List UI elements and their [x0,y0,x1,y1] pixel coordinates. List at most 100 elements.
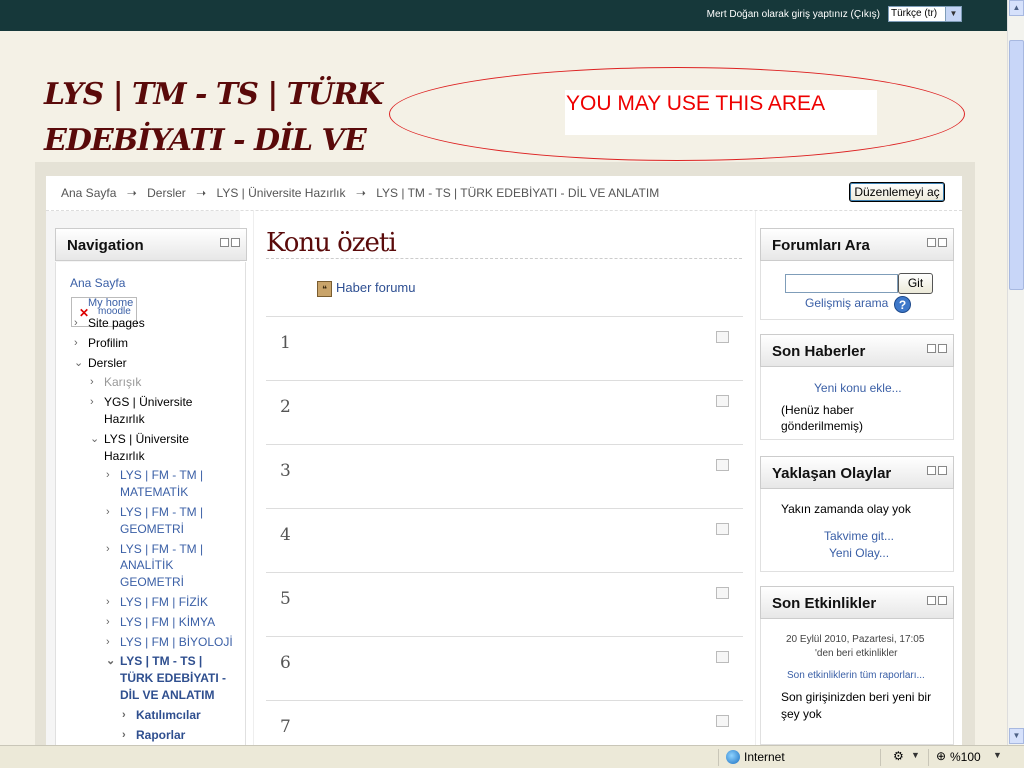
no-news-text-1: (Henüz haber [781,403,854,417]
highlight-icon[interactable] [716,523,729,535]
nav-analitik[interactable]: › LYS | FM - TM | [106,541,203,558]
title-underline [266,258,742,259]
turn-editing-on-button[interactable]: Düzenlemeyi aç [849,182,945,202]
nav-lys[interactable]: ⌄ LYS | Üniversite [90,431,189,448]
chevron-down-icon[interactable]: ▼ [993,750,1002,760]
recent-activity-header: Son Etkinlikler [760,586,954,619]
dock-icon[interactable] [231,238,240,247]
chevron-right-icon: › [106,596,110,608]
block-controls[interactable] [925,238,947,250]
scroll-up-icon[interactable]: ▲ [1009,0,1024,16]
nav-fizik[interactable]: › LYS | FM | FİZİK [106,594,208,611]
protected-mode-icon[interactable]: ⚙ [893,749,904,763]
breadcrumb-separator-icon: ➝ [126,186,137,200]
chevron-down-icon[interactable]: ▼ [945,7,961,21]
advanced-search-link[interactable]: Gelişmiş arama [805,295,888,312]
nav-edebiyat-label-3[interactable]: DİL VE ANLATIM [120,687,214,704]
collapse-icon[interactable] [927,238,936,247]
nav-my-home[interactable]: My home [88,295,133,312]
chevron-right-icon: › [90,396,94,408]
help-icon[interactable]: ? [894,296,911,313]
nav-edebiyat-label-2[interactable]: TÜRK EDEBİYATI - [120,670,226,687]
nav-ygs[interactable]: › YGS | Üniversite [90,394,192,411]
nav-matematik-label-1: LYS | FM - TM | [120,468,204,482]
collapse-icon[interactable] [927,596,936,605]
forum-search-button[interactable]: Git [898,273,933,294]
section-number: 3 [280,461,291,481]
course-section: 1 [266,316,743,380]
login-info[interactable]: Mert Doğan olarak giriş yaptınız (Çıkış) [707,9,880,20]
highlight-icon[interactable] [716,395,729,407]
forum-search-input[interactable] [785,274,898,293]
scroll-down-icon[interactable]: ▼ [1009,728,1024,744]
nav-geometri[interactable]: › LYS | FM - TM | [106,504,203,521]
chevron-right-icon: › [122,709,126,721]
collapse-icon[interactable] [927,344,936,353]
security-zone: Internet [744,750,785,764]
breadcrumb-home[interactable]: Ana Sayfa [61,186,116,200]
highlight-icon[interactable] [716,331,729,343]
language-select[interactable]: Türkçe (tr) ▼ [888,6,962,22]
nav-karisik-label: Karışık [104,375,142,389]
dock-icon[interactable] [938,466,947,475]
nav-kimya[interactable]: › LYS | FM | KİMYA [106,614,215,631]
nav-lys-label-1: LYS | Üniversite [104,432,189,446]
page-title: Konu özeti [266,228,397,258]
nav-raporlar-label: Raporlar [136,728,186,742]
status-divider [718,749,719,766]
full-report-link[interactable]: Son etkinliklerin tüm raporları... [787,667,925,684]
nav-matematik-label-2[interactable]: MATEMATİK [120,484,188,501]
breadcrumb-separator-icon: ➝ [355,186,366,200]
dock-icon[interactable] [938,344,947,353]
new-event-link[interactable]: Yeni Olay... [829,545,889,562]
nav-analitik-label-3[interactable]: GEOMETRİ [120,574,184,591]
forum-icon[interactable]: ❝ [317,281,332,297]
latest-news-header: Son Haberler [760,334,954,367]
section-number: 1 [280,333,291,353]
nav-ana-sayfa[interactable]: Ana Sayfa [70,275,125,292]
block-controls[interactable] [925,344,947,356]
nav-lys-label-2[interactable]: Hazırlık [104,448,145,465]
collapse-icon[interactable] [927,466,936,475]
vertical-scrollbar[interactable]: ▲ ▼ [1007,0,1024,745]
nav-karisik[interactable]: › Karışık [90,374,142,391]
highlight-icon[interactable] [716,587,729,599]
nav-biyoloji[interactable]: › LYS | FM | BİYOLOJİ [106,634,233,651]
nav-raporlar[interactable]: › Raporlar [122,727,186,744]
news-forum-link[interactable]: Haber forumu [336,280,415,295]
block-controls[interactable] [925,466,947,478]
block-controls[interactable] [218,238,240,250]
nav-katilimcilar[interactable]: › Katılımcılar [122,707,201,724]
nav-geometri-label-2[interactable]: GEOMETRİ [120,521,184,538]
chevron-down-icon: ⌄ [90,433,100,445]
add-topic-link[interactable]: Yeni konu ekle... [814,380,902,397]
highlight-icon[interactable] [716,459,729,471]
status-divider [928,749,929,766]
calendar-link[interactable]: Takvime git... [824,528,894,545]
chevron-down-icon[interactable]: ▼ [911,750,920,760]
breadcrumb-course[interactable]: LYS | TM - TS | TÜRK EDEBİYATI - DİL VE … [376,186,659,200]
dock-icon[interactable] [938,596,947,605]
zoom-level[interactable]: %100 [950,750,981,764]
chevron-right-icon: › [106,506,110,518]
highlight-icon[interactable] [716,651,729,663]
zoom-icon[interactable]: ⊕ [936,749,946,763]
nav-edebiyat[interactable]: ⌄ LYS | TM - TS | [106,653,202,670]
nav-ygs-label-2[interactable]: Hazırlık [104,411,145,428]
status-divider [880,749,881,766]
breadcrumb: Ana Sayfa ➝ Dersler ➝ LYS | Üniversite H… [61,186,659,200]
dock-icon[interactable] [938,238,947,247]
nav-analitik-label-2[interactable]: ANALİTİK [120,557,173,574]
scroll-thumb[interactable] [1009,40,1024,290]
nav-matematik[interactable]: › LYS | FM - TM | [106,467,204,484]
nav-site-pages[interactable]: › Site pages [74,315,145,332]
breadcrumb-courses[interactable]: Dersler [147,186,186,200]
nav-profilim[interactable]: › Profilim [74,335,128,352]
highlight-icon[interactable] [716,715,729,727]
nav-dersler[interactable]: ⌄ Dersler [74,355,127,372]
collapse-icon[interactable] [220,238,229,247]
block-controls[interactable] [925,596,947,608]
no-news-text-2: gönderilmemiş) [781,419,864,433]
section-number: 2 [280,397,291,417]
breadcrumb-category[interactable]: LYS | Üniversite Hazırlık [217,186,346,200]
